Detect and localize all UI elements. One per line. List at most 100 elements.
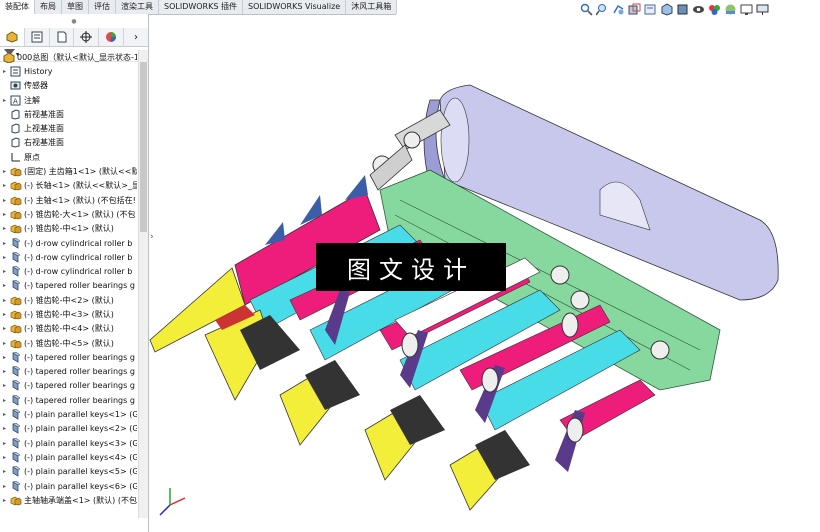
history-icon — [9, 66, 22, 77]
heads-up-view-toolbar — [580, 0, 820, 18]
tree-item[interactable]: 上视基准面 — [0, 121, 137, 135]
edit-appearance-icon[interactable] — [708, 3, 721, 16]
tree-item[interactable]: 原点 — [0, 150, 137, 164]
expand-arrow-icon[interactable]: ▸ — [0, 454, 9, 461]
expand-arrow-icon[interactable]: ▸ — [0, 97, 9, 104]
expand-arrow-icon[interactable]: ▸ — [0, 440, 9, 447]
tree-item[interactable]: ▸ (-) 锥齿轮-中<3> (默认) — [0, 307, 137, 321]
display-style-icon[interactable] — [676, 3, 689, 16]
tree-item[interactable]: ▸ (-) tapered roller bearings g — [0, 379, 137, 393]
tree-item[interactable]: ▸ A 注解 — [0, 93, 137, 107]
dynamic-annotation-icon[interactable] — [644, 3, 657, 16]
view-settings-icon[interactable] — [740, 3, 753, 16]
plane-icon — [9, 123, 22, 134]
expand-arrow-icon[interactable]: ▸ — [0, 297, 9, 304]
command-tab[interactable]: 沐风工具箱 — [346, 0, 398, 14]
tree-item[interactable]: ▸ (-) 锥齿轮-大<1> (默认) (不包 — [0, 207, 137, 221]
expand-arrow-icon[interactable]: ▸ — [0, 197, 9, 204]
panel-grip[interactable]: ● — [0, 14, 148, 28]
tree-item[interactable]: ▸ History — [0, 64, 137, 78]
assembly-icon — [9, 295, 22, 306]
feature-manager-icon[interactable] — [0, 28, 25, 46]
panel-tabs-expand-icon[interactable]: › — [124, 28, 148, 46]
sensor-icon — [9, 80, 22, 91]
command-tab[interactable]: 装配体 — [0, 0, 35, 14]
view-orientation-icon[interactable] — [660, 2, 673, 16]
dimxpert-icon[interactable] — [74, 28, 100, 46]
tree-item[interactable]: ▸ (-) tapered roller bearings g — [0, 279, 137, 293]
command-tab[interactable]: 渲染工具 — [116, 0, 159, 14]
expand-arrow-icon[interactable]: ▸ — [0, 282, 9, 289]
expand-arrow-icon[interactable]: ▸ — [0, 497, 9, 504]
tree-item[interactable]: ▸ (-) d-row cylindrical roller b — [0, 236, 137, 250]
expand-arrow-icon[interactable]: ▸ — [0, 382, 9, 389]
expand-arrow-icon[interactable]: ▸ — [0, 311, 9, 318]
tree-item[interactable]: ▸ (-) 主轴<1> (默认) (不包括在! — [0, 193, 137, 207]
expand-arrow-icon[interactable]: ▸ — [0, 425, 9, 432]
hide-show-icon[interactable] — [692, 3, 705, 16]
tree-item[interactable]: ▸ (-) 锥齿轮-中<1> (默认) — [0, 222, 137, 236]
collapse-panel-handle-icon[interactable]: › — [150, 232, 154, 242]
tree-item[interactable]: ▸ (固定) 主齿箱1<1> (默认<<默 — [0, 164, 137, 178]
command-tab[interactable]: SOLIDWORKS Visualize — [243, 0, 347, 14]
tree-item[interactable]: 前视基准面 — [0, 107, 137, 121]
expand-arrow-icon[interactable]: ▸ — [0, 354, 9, 361]
display-manager-icon[interactable] — [99, 28, 125, 46]
expand-arrow-icon[interactable]: ▸ — [0, 340, 9, 347]
expand-arrow-icon[interactable]: ▸ — [0, 240, 9, 247]
expand-arrow-icon[interactable]: ▸ — [0, 168, 9, 175]
expand-arrow-icon[interactable]: ▸ — [0, 411, 9, 418]
expand-arrow-icon[interactable]: ▸ — [0, 225, 9, 232]
expand-arrow-icon[interactable]: ▸ — [0, 325, 9, 332]
scrollbar-thumb[interactable] — [140, 62, 147, 232]
zoom-to-fit-icon[interactable] — [580, 3, 593, 16]
tree-item[interactable]: ▸ (-) 锥齿轮-中<5> (默认) — [0, 336, 137, 350]
tree-item[interactable]: ▸ (-) plain parallel keys<4> (G — [0, 450, 137, 464]
coordinate-triad-icon — [159, 488, 186, 516]
expand-arrow-icon[interactable]: ▸ — [0, 68, 9, 75]
property-manager-icon[interactable] — [25, 28, 50, 46]
tree-item[interactable]: ▸ (-) tapered roller bearings g — [0, 350, 137, 364]
command-tab[interactable]: 布局 — [35, 0, 62, 14]
tree-item[interactable]: ▸ (-) plain parallel keys<2> (G — [0, 422, 137, 436]
tree-item[interactable]: 右视基准面 — [0, 136, 137, 150]
expand-arrow-icon[interactable]: ▸ — [0, 468, 9, 475]
monitor-icon[interactable] — [756, 3, 769, 16]
tree-item[interactable]: ▸ (-) d-row cylindrical roller b — [0, 250, 137, 264]
tree-item[interactable]: ▸ (-) 长轴<1> (默认<<默认>_显 — [0, 179, 137, 193]
tree-item[interactable]: ▸ (-) plain parallel keys<3> (G — [0, 436, 137, 450]
tree-item[interactable]: ▸ (-) d-row cylindrical roller b — [0, 264, 137, 278]
tree-item[interactable]: ▸ (-) plain parallel keys<1> (G — [0, 407, 137, 421]
part-icon — [9, 380, 22, 392]
command-tab[interactable]: SOLIDWORKS 插件 — [159, 0, 243, 14]
tree-item[interactable]: ▸ (-) plain parallel keys<5> (G — [0, 465, 137, 479]
expand-arrow-icon[interactable]: ▸ — [0, 254, 9, 261]
expand-arrow-icon[interactable]: ▸ — [0, 268, 9, 275]
expand-arrow-icon[interactable]: ▸ — [0, 483, 9, 490]
tree-scrollbar[interactable] — [138, 50, 148, 518]
tree-item-label: (固定) 主齿箱1<1> (默认<<默 — [24, 167, 137, 177]
zoom-area-icon[interactable] — [596, 3, 609, 16]
apply-scene-icon[interactable] — [724, 3, 737, 16]
expand-arrow-icon[interactable]: ▸ — [0, 182, 9, 189]
tree-item[interactable]: ▸ (-) tapered roller bearings g — [0, 393, 137, 407]
assembly-icon — [9, 338, 22, 349]
tree-item-label: (-) plain parallel keys<4> (G — [24, 452, 137, 462]
tree-item[interactable]: 传感器 — [0, 79, 137, 93]
section-view-icon[interactable] — [628, 3, 641, 16]
expand-arrow-icon[interactable]: ▸ — [0, 397, 9, 404]
tree-item[interactable]: ▸ (-) tapered roller bearings g — [0, 365, 137, 379]
expand-arrow-icon[interactable]: ▸ — [0, 211, 9, 218]
tree-item[interactable]: ▸ (-) 锥齿轮-中<2> (默认) — [0, 293, 137, 307]
tree-item-label: (-) 长轴<1> (默认<<默认>_显 — [24, 181, 137, 191]
tree-item-label: 前视基准面 — [24, 109, 64, 119]
command-tab[interactable]: 评估 — [89, 0, 116, 14]
tree-root[interactable]: 000总图（默认<默认_显示状态-1>） — [0, 50, 137, 64]
command-tab[interactable]: 草图 — [62, 0, 89, 14]
previous-view-icon[interactable] — [612, 3, 625, 16]
configuration-manager-icon[interactable] — [50, 28, 75, 46]
tree-item[interactable]: ▸ (-) plain parallel keys<6> (G — [0, 479, 137, 493]
expand-arrow-icon[interactable]: ▸ — [0, 368, 9, 375]
tree-item[interactable]: ▸ (-) 锥齿轮-中<4> (默认) — [0, 322, 137, 336]
tree-item[interactable]: ▸ 主轴轴承端盖<1> (默认) (不包 — [0, 493, 137, 507]
